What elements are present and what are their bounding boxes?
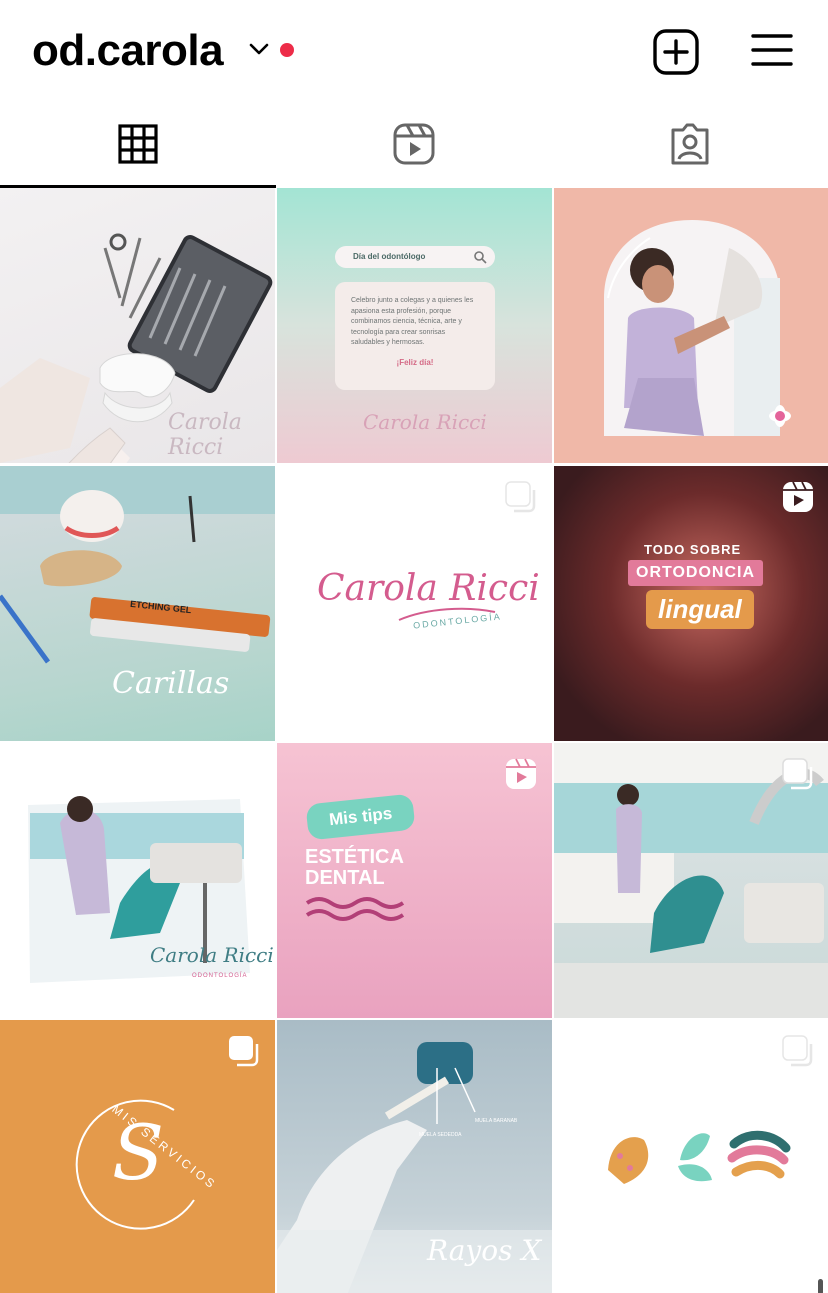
plus-square-icon[interactable] (652, 28, 700, 76)
post-tile[interactable]: Día del odontólogo Celebro junto a coleg… (277, 188, 552, 463)
post-title: ESTÉTICA DENTAL (305, 847, 404, 889)
post-line2: ORTODONCIA (628, 560, 764, 586)
post-tile[interactable] (554, 743, 828, 1018)
tagged-person-icon (671, 123, 709, 165)
grid-icon (118, 124, 158, 164)
tile-caption: Rayos X (427, 1234, 542, 1267)
multi-image-icon (782, 758, 813, 790)
post-tile[interactable] (554, 188, 828, 463)
profile-tabs (0, 100, 828, 188)
post-line3: lingual (646, 590, 754, 629)
post-tile[interactable]: ETCHING GEL Carillas (0, 466, 275, 741)
search-bar-text: Día del odontólogo (353, 252, 426, 261)
quote-card: Celebro junto a colegas y a quienes les … (335, 282, 495, 390)
quote-feliz: ¡Feliz día! (396, 357, 434, 367)
notification-dot (280, 43, 294, 57)
post-tile[interactable]: Carola Ricci (0, 188, 275, 463)
post-title-line2: DENTAL (305, 867, 385, 889)
post-line1: TODO SOBRE (644, 542, 742, 557)
tile-caption: Carola Ricci (150, 943, 274, 967)
tab-tagged[interactable] (552, 100, 828, 188)
multi-image-icon (782, 1035, 813, 1067)
post-pill: Mis tips (305, 793, 416, 841)
reels-icon (393, 123, 435, 165)
xray-label-1: MUELA SEDEDDA (419, 1132, 462, 1138)
multi-image-icon (505, 481, 536, 513)
post-tile[interactable]: MIS SERVICIOS S (0, 1020, 275, 1293)
services-letter: S (112, 1108, 165, 1197)
search-bar-graphic: Día del odontólogo (335, 246, 495, 268)
multi-image-icon (229, 1036, 259, 1067)
tile-caption: Carola Ricci (168, 410, 242, 460)
post-tile[interactable]: MUELA SEDEDDA MUELA BARANAB Rayos X (277, 1020, 552, 1293)
quote-body: Celebro junto a colegas y a quienes les … (351, 297, 474, 346)
reels-icon (506, 758, 536, 789)
post-tile[interactable]: Carola Ricci ODONTOLOGÍA (277, 466, 552, 741)
reels-icon (783, 481, 813, 512)
tile-caption: Carola Ricci (363, 410, 487, 434)
xray-label-2: MUELA BARANAB (475, 1118, 518, 1124)
hamburger-menu-icon[interactable] (750, 30, 794, 70)
tab-reels[interactable] (276, 100, 552, 188)
tile-caption: Carillas (112, 666, 230, 701)
search-icon (474, 251, 487, 264)
tab-posts-grid[interactable] (0, 100, 276, 188)
post-title-line1: ESTÉTICA (305, 846, 404, 868)
wave-decoration (305, 897, 405, 921)
tile-subcaption: ODONTOLOGÍA (192, 973, 248, 979)
scrollbar-thumb[interactable] (818, 1279, 823, 1293)
dentist-portrait-image (604, 220, 791, 436)
profile-username[interactable]: od.carola (32, 26, 224, 76)
profile-header: od.carola (0, 0, 828, 100)
post-tile[interactable]: Carola Ricci ODONTOLOGÍA (0, 743, 275, 1018)
post-tile[interactable]: TODO SOBRE ORTODONCIA lingual (554, 466, 828, 741)
post-tile[interactable] (554, 1020, 828, 1293)
chevron-down-icon[interactable] (248, 38, 270, 60)
post-tile[interactable]: Mis tips ESTÉTICA DENTAL (277, 743, 552, 1018)
brand-logo-text: Carola Ricci (317, 568, 540, 609)
